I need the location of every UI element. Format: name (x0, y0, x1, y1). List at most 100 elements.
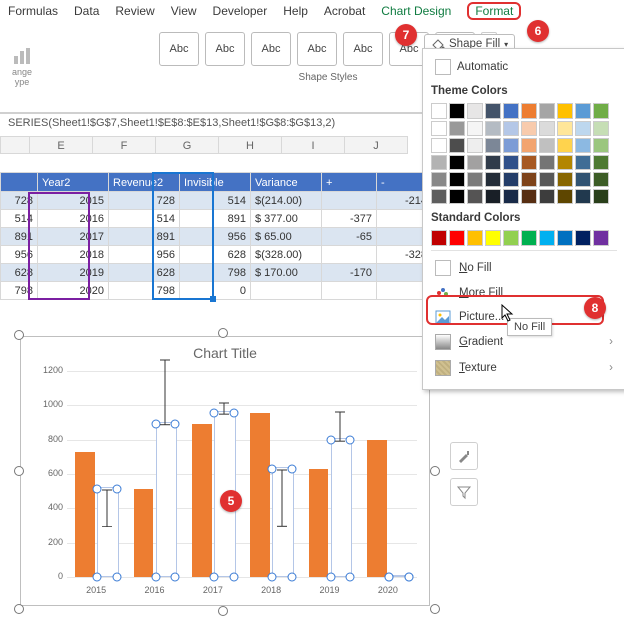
color-swatch[interactable] (449, 121, 465, 136)
style-preset[interactable]: Abc (297, 32, 337, 66)
cell[interactable]: 0 (180, 282, 251, 300)
cell[interactable]: -377 (322, 210, 377, 228)
col-head-e[interactable]: E (30, 136, 93, 154)
color-swatch[interactable] (503, 138, 519, 153)
col-head-j[interactable]: J (345, 136, 408, 154)
color-swatch[interactable] (467, 189, 483, 204)
cell[interactable]: 2018 (38, 246, 109, 264)
tab-formulas[interactable]: Formulas (8, 4, 58, 18)
color-swatch[interactable] (575, 189, 591, 204)
color-swatch[interactable] (485, 230, 501, 246)
cell[interactable]: 2019 (38, 264, 109, 282)
color-swatch[interactable] (449, 189, 465, 204)
cell[interactable] (322, 192, 377, 210)
style-preset[interactable]: Abc (251, 32, 291, 66)
color-swatch[interactable] (539, 230, 555, 246)
cell[interactable]: 798 (109, 282, 180, 300)
header-cell[interactable]: Invisible (180, 172, 251, 192)
color-swatch[interactable] (431, 155, 447, 170)
bar-series2[interactable] (272, 467, 294, 577)
cell[interactable]: 728 (109, 192, 180, 210)
cell[interactable]: $ 170.00 (251, 264, 322, 282)
cell[interactable]: 628 (109, 264, 180, 282)
menu-texture[interactable]: Texture › (431, 355, 617, 381)
tab-data[interactable]: Data (74, 4, 99, 18)
color-swatch[interactable] (431, 103, 447, 119)
color-swatch[interactable] (503, 121, 519, 136)
color-swatch[interactable] (467, 103, 483, 119)
color-swatch[interactable] (449, 155, 465, 170)
color-swatch[interactable] (449, 230, 465, 246)
tab-view[interactable]: View (171, 4, 197, 18)
color-swatch[interactable] (593, 155, 609, 170)
style-preset[interactable]: Abc (159, 32, 199, 66)
menu-no-fill[interactable]: No Fill (431, 255, 617, 281)
color-swatch[interactable] (575, 138, 591, 153)
color-swatch[interactable] (539, 189, 555, 204)
cell[interactable]: 628 (0, 264, 38, 282)
color-swatch[interactable] (503, 155, 519, 170)
color-swatch[interactable] (485, 138, 501, 153)
cell[interactable]: 956 (0, 246, 38, 264)
color-swatch[interactable] (557, 230, 573, 246)
color-swatch[interactable] (593, 230, 609, 246)
color-swatch[interactable] (539, 138, 555, 153)
plot-area[interactable]: 0200400600800100012002015201620172018201… (67, 371, 417, 577)
col-head-f[interactable]: F (93, 136, 156, 154)
cell[interactable]: 728 (0, 192, 38, 210)
color-swatch[interactable] (503, 103, 519, 119)
color-swatch[interactable] (521, 138, 537, 153)
color-swatch[interactable] (467, 121, 483, 136)
menu-automatic[interactable]: Automatic (431, 57, 617, 81)
style-preset[interactable]: Abc (343, 32, 383, 66)
color-swatch[interactable] (521, 103, 537, 119)
resize-handle[interactable] (14, 330, 24, 340)
col-head-h[interactable]: H (219, 136, 282, 154)
tab-format[interactable]: Format (467, 2, 521, 20)
color-swatch[interactable] (539, 155, 555, 170)
bar-series2[interactable] (156, 422, 178, 577)
cell[interactable]: 798 (180, 264, 251, 282)
change-chart-type-button[interactable]: ange ype (6, 28, 38, 106)
col-head-i[interactable]: I (282, 136, 345, 154)
cell[interactable]: 2016 (38, 210, 109, 228)
bar-series1[interactable] (309, 469, 329, 577)
color-swatch[interactable] (431, 138, 447, 153)
color-swatch[interactable] (503, 189, 519, 204)
style-preset[interactable]: Abc (205, 32, 245, 66)
color-swatch[interactable] (485, 103, 501, 119)
bar-series1[interactable] (250, 413, 270, 577)
color-swatch[interactable] (485, 172, 501, 187)
header-cell[interactable] (0, 172, 38, 192)
color-swatch[interactable] (521, 155, 537, 170)
bar-series2[interactable] (97, 487, 119, 577)
cell[interactable]: 2020 (38, 282, 109, 300)
cell[interactable]: $(328.00) (251, 246, 322, 264)
color-swatch[interactable] (575, 121, 591, 136)
header-cell[interactable]: Year2 (38, 172, 109, 192)
tab-review[interactable]: Review (115, 4, 154, 18)
color-swatch[interactable] (467, 155, 483, 170)
color-swatch[interactable] (557, 189, 573, 204)
color-swatch[interactable] (575, 155, 591, 170)
color-swatch[interactable] (503, 172, 519, 187)
cell[interactable]: 891 (180, 210, 251, 228)
color-swatch[interactable] (539, 103, 555, 119)
cell[interactable]: -170 (322, 264, 377, 282)
color-swatch[interactable] (557, 155, 573, 170)
tab-chart-design[interactable]: Chart Design (381, 4, 451, 18)
cell[interactable]: 514 (0, 210, 38, 228)
color-swatch[interactable] (431, 189, 447, 204)
bar-series1[interactable] (75, 452, 95, 577)
color-swatch[interactable] (485, 155, 501, 170)
color-swatch[interactable] (557, 103, 573, 119)
col-head-g[interactable]: G (156, 136, 219, 154)
tab-help[interactable]: Help (283, 4, 308, 18)
color-swatch[interactable] (557, 138, 573, 153)
tab-acrobat[interactable]: Acrobat (324, 4, 365, 18)
chart-title[interactable]: Chart Title (21, 337, 429, 363)
color-swatch[interactable] (521, 172, 537, 187)
color-swatch[interactable] (539, 121, 555, 136)
color-swatch[interactable] (467, 138, 483, 153)
color-swatch[interactable] (431, 230, 447, 246)
